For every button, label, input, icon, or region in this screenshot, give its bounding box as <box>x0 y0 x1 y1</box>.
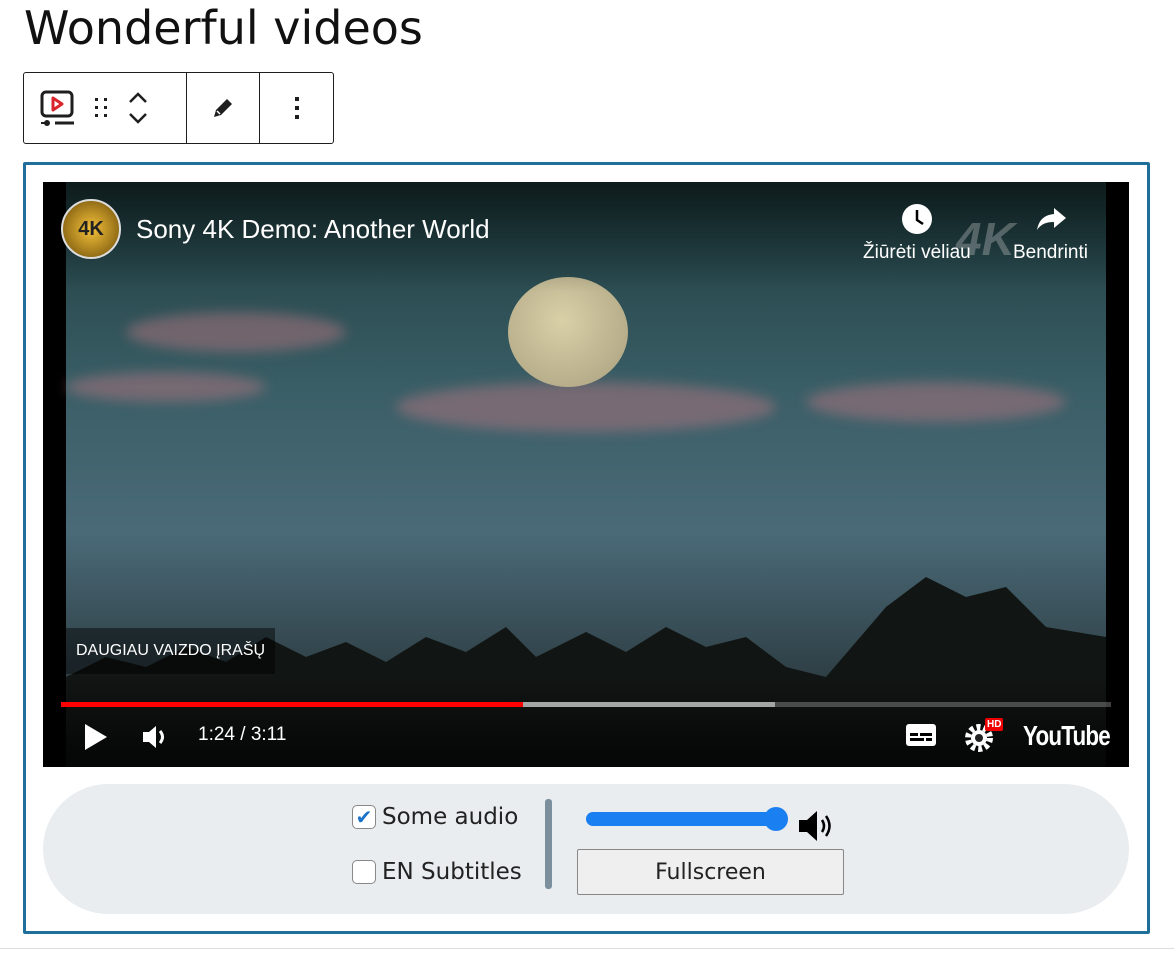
audio-checkbox[interactable]: ✔ Some audio <box>352 804 518 830</box>
mute-button[interactable] <box>141 722 169 752</box>
share-icon <box>1036 208 1066 230</box>
video-frame: 4K <box>66 182 1106 767</box>
divider-line <box>0 948 1174 949</box>
edit-button[interactable] <box>210 73 236 143</box>
block-toolbar <box>23 72 334 144</box>
time-display: 1:24 / 3:11 <box>198 724 287 745</box>
subtitles-label: EN Subtitles <box>382 859 522 885</box>
subtitles-icon <box>906 724 936 746</box>
volume-icon <box>143 726 164 748</box>
chevron-down-icon <box>129 113 147 124</box>
options-button[interactable] <box>292 73 302 143</box>
channel-avatar[interactable]: 4K <box>61 199 121 259</box>
youtube-logo[interactable]: YouTube <box>1023 720 1111 752</box>
played-bar <box>61 702 523 707</box>
video-block[interactable]: 4K 4K Sony 4K Demo: Another World Žiūrėt… <box>23 162 1150 934</box>
video-block-icon <box>40 90 74 126</box>
progress-bar[interactable] <box>61 702 1111 707</box>
audio-label: Some audio <box>382 804 519 830</box>
pencil-icon <box>214 99 232 117</box>
volume-slider-thumb[interactable] <box>764 807 788 831</box>
settings-button[interactable]: HD <box>963 718 1004 754</box>
watch-later-button[interactable]: Žiūrėti vėliau <box>863 202 971 264</box>
media-controls: ✔ Some audio EN Subtitles Fullscreen <box>43 784 1129 914</box>
play-button[interactable] <box>83 722 109 752</box>
checkbox-subtitles[interactable] <box>352 860 376 884</box>
fullscreen-button[interactable]: Fullscreen <box>577 849 844 895</box>
youtube-player[interactable]: 4K 4K Sony 4K Demo: Another World Žiūrėt… <box>43 182 1129 767</box>
subtitles-checkbox[interactable]: EN Subtitles <box>352 859 522 885</box>
subtitles-button[interactable] <box>905 722 937 748</box>
more-videos-button[interactable]: DAUGIAU VAIZDO ĮRAŠŲ <box>66 628 276 674</box>
chevron-up-icon <box>129 92 147 103</box>
moon <box>508 277 628 387</box>
hd-badge: HD <box>985 718 1004 731</box>
volume-slider[interactable] <box>586 807 788 831</box>
watch-later-label: Žiūrėti vėliau <box>863 242 971 263</box>
block-type-button[interactable] <box>38 73 78 143</box>
divider <box>545 799 552 889</box>
channel-badge: 4K <box>78 217 104 240</box>
play-icon <box>85 724 107 750</box>
share-button[interactable]: Bendrinti <box>1013 202 1088 264</box>
checkbox-audio[interactable]: ✔ <box>352 805 376 829</box>
share-label: Bendrinti <box>1013 242 1088 263</box>
more-vertical-icon <box>294 97 299 119</box>
drag-handle[interactable] <box>92 73 112 143</box>
video-title[interactable]: Sony 4K Demo: Another World <box>136 214 490 245</box>
drag-handle-icon <box>95 98 107 117</box>
speaker-icon <box>799 811 831 841</box>
page-title: Wonderful videos <box>24 1 423 55</box>
move-buttons[interactable] <box>126 73 150 143</box>
clock-icon <box>901 204 932 234</box>
